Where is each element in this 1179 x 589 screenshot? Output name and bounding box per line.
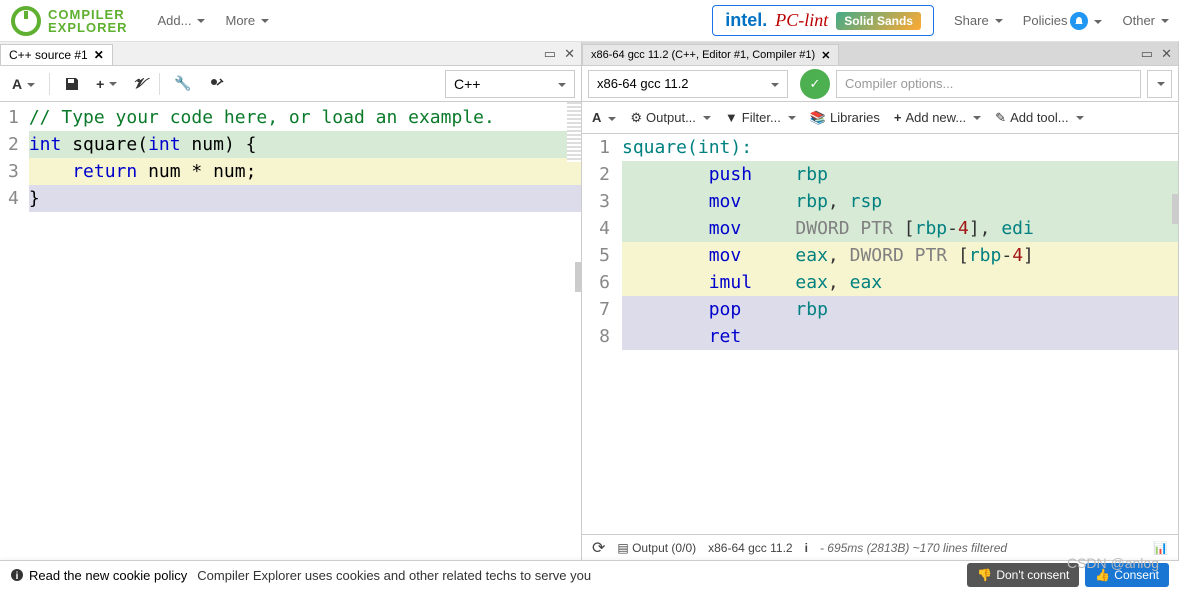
compiler-pane: x86-64 gcc 11.2 (C++, Editor #1, Compile… (582, 42, 1179, 560)
sponsor-solid: Solid Sands (836, 12, 921, 30)
wrench-icon[interactable]: 🔧 (168, 71, 197, 96)
pane-window-controls: ▭ ✕ (1141, 42, 1178, 65)
close-pane-icon[interactable]: ✕ (1161, 46, 1172, 62)
scrollbar[interactable] (575, 262, 581, 292)
sponsor-intel: intel. (725, 10, 767, 31)
compiler-options-menu[interactable] (1147, 70, 1172, 98)
main-split: C++ source #1 ✕ ▭ ✕ A + 𝓥 🔧 C++ 1234 // … (0, 42, 1179, 560)
compiler-tabbar: x86-64 gcc 11.2 (C++, Editor #1, Compile… (582, 42, 1178, 66)
nav-add[interactable]: Add... (158, 13, 206, 28)
compiler-options-input[interactable]: Compiler options... (836, 70, 1141, 98)
minimap[interactable] (567, 102, 581, 162)
timing-info: - 695ms (2813B) ~170 lines filtered (820, 541, 1007, 555)
run-icon[interactable] (201, 71, 231, 97)
filter-button[interactable]: ▼ Filter... (725, 110, 796, 125)
close-icon[interactable]: ✕ (94, 48, 104, 62)
nav-other[interactable]: Other (1122, 13, 1169, 28)
nav-left-group: Add... More (158, 13, 270, 28)
close-icon[interactable]: ✕ (821, 49, 830, 62)
nav-right-group: Share Policies Other (954, 12, 1169, 30)
add-new-button[interactable]: + Add new... (894, 110, 981, 125)
logo-icon (10, 5, 42, 37)
source-gutter: 1234 (0, 102, 29, 560)
source-toolbar: A + 𝓥 🔧 C++ (0, 66, 581, 102)
stats-icon[interactable]: 📊 (1153, 541, 1168, 555)
source-tab[interactable]: C++ source #1 ✕ (0, 44, 113, 65)
asm-toolbar: A ⚙ Output... ▼ Filter... 📚 Libraries + … (582, 102, 1178, 134)
cookie-message: Compiler Explorer uses cookies and other… (197, 568, 591, 583)
asm-statusbar: ⟳ ▤ Output (0/0) x86-64 gcc 11.2 i - 695… (582, 534, 1178, 560)
logo[interactable]: COMPILER EXPLORER (10, 5, 128, 37)
bell-icon (1070, 12, 1088, 30)
font-button[interactable]: A (6, 72, 41, 96)
source-editor[interactable]: 1234 // Type your code here, or load an … (0, 102, 581, 560)
sponsor-box[interactable]: intel. PC-lint Solid Sands (712, 5, 934, 36)
font-button[interactable]: A (592, 110, 616, 125)
source-pane: C++ source #1 ✕ ▭ ✕ A + 𝓥 🔧 C++ 1234 // … (0, 42, 582, 560)
compiler-tab-label: x86-64 gcc 11.2 (C++, Editor #1, Compile… (591, 49, 815, 61)
cookie-policy-link[interactable]: i Read the new cookie policy (10, 568, 187, 583)
info-icon: i (10, 568, 24, 582)
add-pane-button[interactable]: + (90, 72, 123, 96)
maximize-icon[interactable]: ▭ (1141, 46, 1153, 62)
status-ok-icon: ✓ (800, 69, 830, 99)
info-icon[interactable]: i (805, 541, 808, 555)
close-pane-icon[interactable]: ✕ (564, 46, 575, 62)
source-code[interactable]: // Type your code here, or load an examp… (29, 102, 581, 560)
source-tab-label: C++ source #1 (9, 48, 88, 62)
reload-icon[interactable]: ⟳ (592, 538, 605, 558)
dont-consent-button[interactable]: 👎 Don't consent (967, 563, 1079, 587)
add-tool-button[interactable]: ✎ Add tool... (995, 110, 1083, 126)
consent-button[interactable]: 👍 Consent (1085, 563, 1169, 587)
output-toggle[interactable]: ▤ Output (0/0) (617, 541, 696, 555)
pane-window-controls: ▭ ✕ (544, 42, 581, 65)
vim-icon[interactable]: 𝓥 (127, 71, 151, 96)
scrollbar[interactable] (1172, 194, 1178, 224)
maximize-icon[interactable]: ▭ (544, 46, 556, 62)
compiler-select[interactable]: x86-64 gcc 11.2 (588, 70, 788, 98)
compiler-select-row: x86-64 gcc 11.2 ✓ Compiler options... (582, 66, 1178, 102)
cookie-bar: i Read the new cookie policy Compiler Ex… (0, 560, 1179, 589)
svg-text:i: i (16, 571, 19, 582)
logo-text: COMPILER EXPLORER (48, 8, 128, 34)
nav-share[interactable]: Share (954, 13, 1003, 28)
compiler-name-status[interactable]: x86-64 gcc 11.2 (708, 541, 793, 555)
language-select[interactable]: C++ (445, 70, 575, 98)
nav-policies[interactable]: Policies (1023, 12, 1103, 30)
nav-more[interactable]: More (225, 13, 269, 28)
sponsor-pclint: PC-lint (775, 10, 828, 31)
top-nav: COMPILER EXPLORER Add... More intel. PC-… (0, 0, 1179, 42)
source-tabbar: C++ source #1 ✕ ▭ ✕ (0, 42, 581, 66)
asm-editor[interactable]: 1square(int):2 push rbp3 mov rbp, rsp4 m… (582, 134, 1178, 534)
save-icon[interactable] (58, 72, 86, 96)
output-button[interactable]: ⚙ Output... (630, 110, 711, 126)
libraries-button[interactable]: 📚 Libraries (810, 110, 880, 126)
compiler-tab[interactable]: x86-64 gcc 11.2 (C++, Editor #1, Compile… (582, 44, 839, 65)
